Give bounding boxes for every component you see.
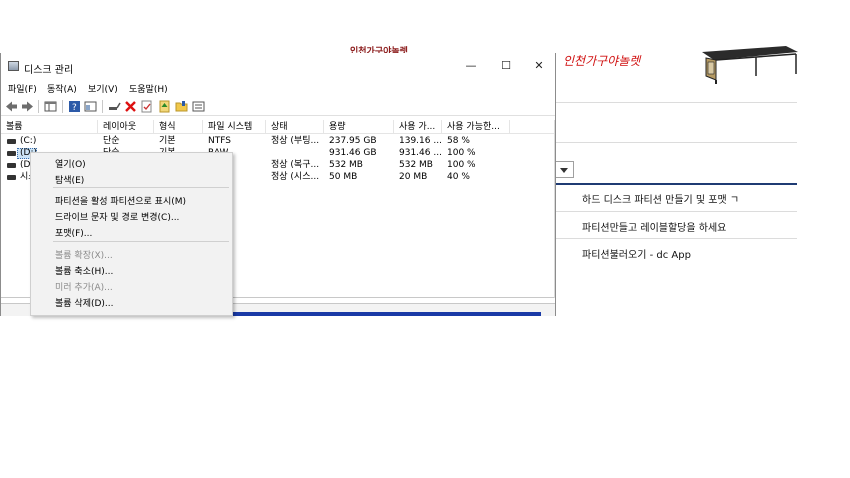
menu-item-open[interactable]: 열기(O) <box>55 157 86 170</box>
delete-icon[interactable] <box>124 100 137 113</box>
volume-list-header: 볼륨 레이아웃 형식 파일 시스템 상태 용량 사용 가... 사용 가능한..… <box>1 120 554 134</box>
screen: 인천가구야놀렛 인천가구야놀렛 하드 디스크 파티션 만들기 및 포맷 ㄱ 파티… <box>0 0 850 478</box>
list-icon[interactable] <box>192 100 205 113</box>
menu-bar: 파일(F) 동작(A) 보기(V) 도움말(H) <box>1 80 555 96</box>
check-icon[interactable] <box>140 100 153 113</box>
disk-management-icon <box>8 61 19 71</box>
column-header-filesystem[interactable]: 파일 시스템 <box>203 120 266 134</box>
column-header-type[interactable]: 형식 <box>154 120 203 134</box>
volume-free-space: 20 MB <box>399 172 428 182</box>
column-header-percent-free[interactable]: 사용 가능한... <box>442 120 510 134</box>
disk-partition-bar[interactable] <box>233 312 541 316</box>
menu-item-delete-volume[interactable]: 볼륨 삭제(D)... <box>55 296 114 309</box>
related-link[interactable]: 하드 디스크 파티션 만들기 및 포맷 ㄱ <box>582 191 739 206</box>
divider <box>556 238 797 239</box>
menu-item-change-drive-letter[interactable]: 드라이브 문자 및 경로 변경(C)... <box>55 210 179 223</box>
context-menu: 열기(O) 탐색(E) 파티션을 활성 파티션으로 표시(M) 드라이브 문자 … <box>30 152 233 316</box>
minimize-button[interactable]: — <box>456 57 486 75</box>
connect-icon[interactable] <box>108 100 121 113</box>
volume-status: 정상 (시스... <box>271 172 320 182</box>
maximize-button[interactable]: ☐ <box>491 57 521 75</box>
up-icon[interactable] <box>158 100 171 113</box>
menu-item-shrink-volume[interactable]: 볼륨 축소(H)... <box>55 264 113 277</box>
menu-item-add-mirror: 미러 추가(A)... <box>55 283 113 293</box>
divider <box>556 102 797 103</box>
folder-icon[interactable] <box>175 100 188 113</box>
menu-separator <box>53 187 229 188</box>
close-button[interactable]: ✕ <box>524 57 554 75</box>
window-title: 디스크 관리 <box>24 65 74 76</box>
menu-file[interactable]: 파일(F) <box>8 82 37 95</box>
menu-item-explore[interactable]: 탐색(E) <box>55 173 84 186</box>
toolbar-separator <box>62 100 63 113</box>
column-header-capacity[interactable]: 용량 <box>324 120 394 134</box>
volume-percent-free: 40 % <box>447 172 470 182</box>
divider <box>556 142 797 143</box>
menu-item-format[interactable]: 포맷(F)... <box>55 226 92 239</box>
forward-icon[interactable] <box>21 100 34 113</box>
properties-icon[interactable] <box>84 100 97 113</box>
menu-item-extend-volume: 볼륨 확장(X)... <box>55 251 113 261</box>
divider <box>556 211 797 212</box>
drive-icon <box>7 151 16 156</box>
column-header-free-space[interactable]: 사용 가... <box>394 120 442 134</box>
toolbar: ? <box>1 97 555 116</box>
handwritten-caption: 인천가구야놀렛 <box>563 54 641 68</box>
title-bar[interactable]: 디스크 관리 — ☐ ✕ <box>1 53 555 79</box>
chevron-down-icon <box>560 168 568 173</box>
column-header-layout[interactable]: 레이아웃 <box>98 120 154 134</box>
toolbar-separator <box>38 100 39 113</box>
drive-icon <box>7 139 16 144</box>
menu-action[interactable]: 동작(A) <box>47 82 77 95</box>
menu-view[interactable]: 보기(V) <box>88 82 118 95</box>
svg-text:?: ? <box>72 103 77 113</box>
drive-icon <box>7 175 16 180</box>
volume-capacity: 50 MB <box>329 172 358 182</box>
dropdown-toggle[interactable] <box>556 161 574 178</box>
vertical-scrollbar[interactable] <box>554 120 555 298</box>
section-divider <box>556 183 797 185</box>
menu-separator <box>53 241 229 242</box>
related-link[interactable]: 파티션불러오기 - dc App <box>582 246 691 261</box>
column-header-volume[interactable]: 볼륨 <box>1 120 98 134</box>
console-icon[interactable] <box>44 100 57 113</box>
furniture-image <box>702 46 798 84</box>
drive-icon <box>7 163 16 168</box>
back-icon[interactable] <box>5 100 18 113</box>
menu-help[interactable]: 도움말(H) <box>129 82 168 95</box>
related-link[interactable]: 파티션만들고 레이블할당을 하세요 <box>582 219 726 234</box>
toolbar-separator <box>102 100 103 113</box>
column-header-status[interactable]: 상태 <box>266 120 324 134</box>
help-icon[interactable]: ? <box>68 100 81 113</box>
menu-item-mark-active[interactable]: 파티션을 활성 파티션으로 표시(M) <box>55 194 186 207</box>
